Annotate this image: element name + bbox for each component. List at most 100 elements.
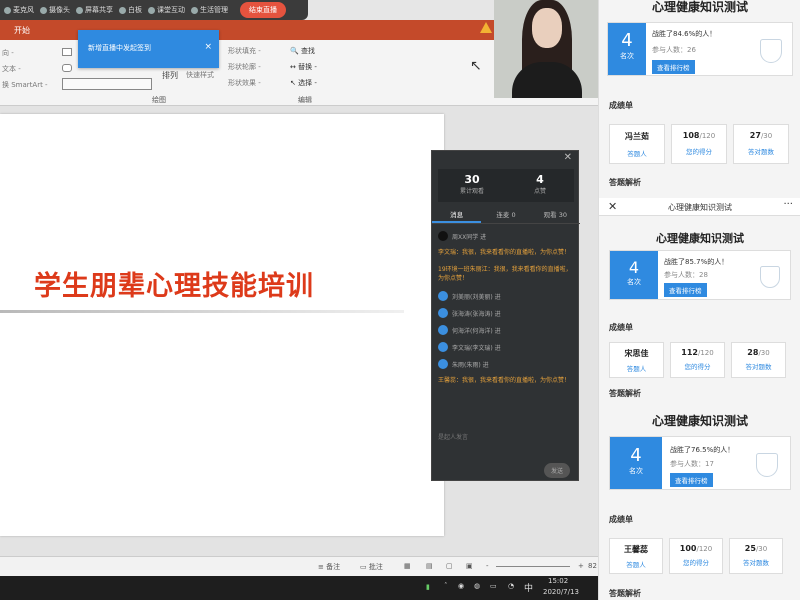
score-row: 宋思佳 答题人 112/120 您的得分 28/30 答对题数 — [609, 342, 786, 378]
section-scores: 成绩单 — [609, 323, 633, 332]
battery-icon[interactable]: ▮ — [426, 583, 430, 591]
tab-messages[interactable]: 消息 — [432, 208, 482, 223]
list-item: 周XX同学 进 — [438, 231, 574, 241]
leaderboard-button[interactable]: 查看排行榜 — [664, 283, 707, 297]
normal-view-icon[interactable]: ▦ — [404, 562, 411, 570]
leaderboard-button[interactable]: 查看排行榜 — [652, 60, 695, 74]
score-row: 王馨蕊 答题人 100/120 您的得分 25/30 答对题数 — [609, 538, 783, 574]
close-icon[interactable]: × — [204, 42, 212, 52]
find-button[interactable]: 🔍 查找 — [290, 46, 315, 56]
slide-divider — [0, 310, 404, 313]
leaderboard-button[interactable]: 查看排行榜 — [670, 473, 713, 487]
score-cell-name: 宋思佳 答题人 — [609, 342, 664, 378]
live-toolbar: 麦克风 摄像头 屏幕共享 白板 课堂互动 生活管理 结束直播 — [0, 0, 308, 20]
interaction-button[interactable]: 课堂互动 — [148, 5, 185, 15]
send-button[interactable]: 发送 — [543, 463, 570, 478]
list-item: 李文瑞：我很，我来看看你的直播啦，为你点赞！ — [438, 249, 571, 256]
trophy-icon — [756, 453, 778, 477]
quiz-title: 心理健康知识测试 — [651, 414, 748, 428]
ribbon-label[interactable]: 换 SmartArt - — [2, 80, 48, 90]
mouse-cursor-icon: ↖ — [470, 58, 482, 74]
whiteboard-button[interactable]: 白板 — [119, 5, 142, 15]
mic-button[interactable]: 麦克风 — [4, 5, 34, 15]
ribbon-label[interactable]: 文本 - — [2, 64, 21, 74]
ime-indicator[interactable]: 中 — [524, 581, 533, 594]
shape-fill-button[interactable]: 形状填充 - — [228, 46, 261, 56]
select-button[interactable]: ↖ 选择 - — [290, 78, 317, 88]
location-icon — [148, 6, 155, 14]
webcam-person-face — [532, 8, 562, 48]
score-cell-correct: 25/30 答对题数 — [729, 538, 783, 574]
chat-message-list: 周XX同学 进 李文瑞：我很，我来看看你的直播啦，为你点赞！ 19环境一班朱丽江… — [438, 231, 574, 393]
camera-button[interactable]: 摄像头 — [40, 5, 70, 15]
rectangle-shape-icon[interactable] — [62, 48, 72, 56]
zoom-slider[interactable] — [496, 566, 570, 567]
score-row: 冯兰茹 答题人 108/120 您的得分 27/30 答对题数 — [609, 124, 789, 164]
list-item: 何海洋(何海洋) 进 — [438, 325, 574, 335]
tray-app-icon[interactable]: ◉ — [458, 582, 464, 590]
zoom-in-icon[interactable]: + — [578, 562, 584, 570]
slide-title[interactable]: 学生朋辈心理技能培训 — [34, 264, 314, 303]
comments-button[interactable]: ▭ 批注 — [360, 562, 383, 572]
arrange-button[interactable]: 排列 — [162, 70, 178, 81]
section-analysis[interactable]: 答题解析 — [609, 177, 641, 188]
group-label-drawing: 绘图 — [152, 96, 166, 104]
rank-card: 4 名次 战胜了84.6%的人！ 参与人数：26 查看排行榜 — [607, 22, 793, 76]
quiz-title: 心理健康知识测试 — [656, 232, 744, 245]
avatar — [438, 231, 448, 241]
manage-button[interactable]: 生活管理 — [191, 5, 228, 15]
ribbon-label[interactable]: 向 - — [2, 48, 14, 58]
clock-time[interactable]: 15:02 — [548, 577, 568, 585]
chevron-up-icon[interactable]: ˆ — [444, 582, 448, 590]
end-live-button[interactable]: 结束直播 — [240, 2, 286, 18]
slideshow-icon[interactable]: ▣ — [466, 562, 473, 570]
camera-icon — [40, 6, 47, 14]
whiteboard-icon — [119, 6, 126, 14]
score-cell-correct: 27/30 答对题数 — [733, 124, 789, 164]
shape-effects-button[interactable]: 形状效果 - — [228, 78, 261, 88]
stat-views: 30 累计观看 — [459, 173, 484, 195]
webcam-feed — [494, 0, 598, 98]
replace-button[interactable]: ↔ 替换 - — [290, 62, 317, 72]
more-icon[interactable]: ··· — [783, 199, 793, 210]
section-scores: 成绩单 — [609, 515, 633, 524]
tab-co-host[interactable]: 连麦 0 — [481, 208, 530, 223]
rank-card: 4 名次 战胜了85.7%的人！ 参与人数：28 查看排行榜 — [609, 250, 791, 300]
rank-box: 4 名次 — [610, 437, 662, 489]
zoom-level[interactable]: 82 — [588, 562, 597, 570]
chat-input[interactable]: 是起人发言 — [438, 432, 468, 441]
score-cell-score: 112/120 您的得分 — [670, 342, 725, 378]
shape-outline-button[interactable]: 形状轮廓 - — [228, 62, 261, 72]
list-item: 王馨蕊：我很，我来看看你的直播啦，为你点赞！ — [438, 377, 571, 384]
trophy-icon — [760, 266, 780, 288]
screen-share-button[interactable]: 屏幕共享 — [76, 5, 113, 15]
screen-share-icon — [76, 6, 83, 14]
zoom-out-icon[interactable]: - — [486, 562, 489, 570]
tab-viewers[interactable]: 观看 30 — [531, 208, 580, 223]
notification-text: 新增直播中发起签到 — [88, 44, 151, 52]
reading-view-icon[interactable]: ▢ — [446, 562, 453, 570]
sorter-view-icon[interactable]: ▤ — [426, 562, 433, 570]
clock-date[interactable]: 2020/7/13 — [543, 588, 579, 596]
avatar — [438, 291, 448, 301]
list-item: 刘美丽(刘美丽) 进 — [438, 291, 574, 301]
rounded-rect-shape-icon[interactable] — [62, 64, 72, 72]
section-analysis[interactable]: 答题解析 — [609, 588, 641, 599]
close-icon[interactable]: ✕ — [564, 152, 572, 163]
rank-card: 4 名次 战胜了76.5%的人！ 参与人数：17 查看排行榜 — [609, 436, 791, 490]
list-item: 朱雨(朱雨) 进 — [438, 359, 574, 369]
quick-styles-button[interactable]: 快速样式 — [186, 70, 214, 80]
notification-toast[interactable]: 新增直播中发起签到 × — [78, 30, 219, 68]
warning-icon[interactable] — [480, 22, 492, 33]
notes-button[interactable]: ≡ 备注 — [318, 562, 340, 572]
tray-app-icon[interactable]: ◍ — [474, 582, 480, 590]
chat-icon — [191, 6, 198, 14]
slide[interactable]: 学生朋辈心理技能培训 — [0, 114, 444, 536]
ribbon-tab-home[interactable]: 开始 — [14, 25, 30, 36]
avatar — [438, 342, 448, 352]
section-analysis[interactable]: 答题解析 — [609, 388, 641, 399]
shapes-gallery[interactable] — [62, 78, 152, 90]
rank-box: 4 名次 — [610, 251, 658, 299]
network-icon[interactable]: ▭ — [490, 582, 497, 590]
volume-icon[interactable]: ◔ — [508, 582, 514, 590]
